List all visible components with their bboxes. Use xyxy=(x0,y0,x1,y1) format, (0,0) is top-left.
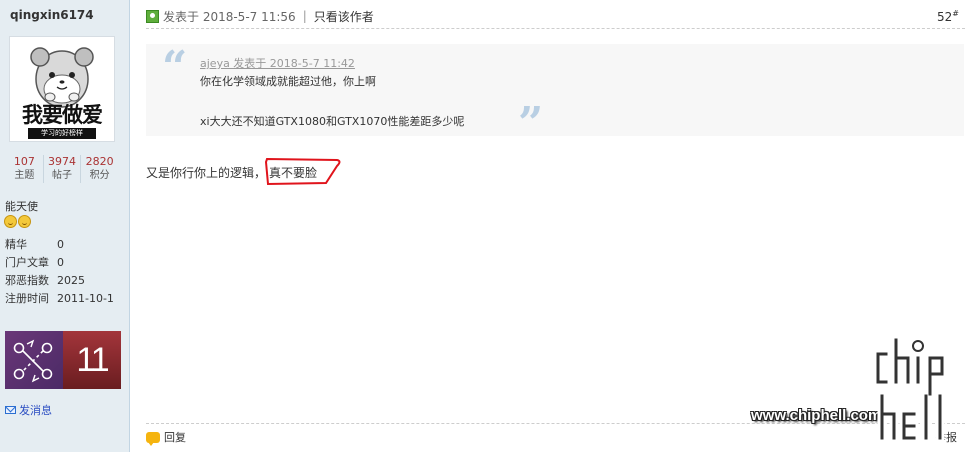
user-rank-icons xyxy=(4,215,31,228)
view-author-only-link[interactable]: 只看该作者 xyxy=(314,8,374,25)
send-message-link[interactable]: 发消息 xyxy=(5,402,52,418)
info-value: 0 xyxy=(57,256,64,269)
header-divider xyxy=(146,28,965,29)
avatar-caption: 我要做爱 xyxy=(22,103,103,127)
stat-threads-label: 主题 xyxy=(14,170,35,181)
smiley-icon xyxy=(18,215,31,228)
stat-threads-value: 107 xyxy=(13,155,35,168)
floor-mark: # xyxy=(952,8,959,18)
post-footer: 回复 举报 xyxy=(146,429,965,446)
info-key: 精华 xyxy=(5,238,27,251)
info-key: 邪恶指数 xyxy=(5,274,49,287)
quote-block: “ ajeya 发表于 2018-5-7 11:42 你在化学领域成就能超过他，… xyxy=(146,42,964,146)
info-value: 2025 xyxy=(57,274,85,287)
info-evil-index: 邪恶指数 2025 xyxy=(5,272,127,290)
author-stats: 107 主题 3974 帖子 2820 积分 xyxy=(6,155,118,183)
author-avatar[interactable]: 我要做爱 学习的好榜样 xyxy=(9,36,115,142)
info-value: 0 xyxy=(57,238,64,251)
stat-credits-label: 积分 xyxy=(89,170,110,181)
forum-post-page: qingxin6174 我要做爱 学习的好榜样 107 主题 3974 帖子 2… xyxy=(0,0,979,452)
reply-button-label: 回复 xyxy=(164,431,186,444)
user-group[interactable]: 能天使 xyxy=(5,198,38,214)
stat-posts[interactable]: 3974 帖子 xyxy=(42,155,81,183)
stat-posts-label: 帖子 xyxy=(52,170,72,181)
quote-line-2: xi大大还不知道GTX1080和GTX1070性能差距多少呢 xyxy=(200,115,465,128)
info-digest: 精华 0 xyxy=(5,236,127,254)
send-message-label: 发消息 xyxy=(19,404,52,417)
stat-credits-value: 2820 xyxy=(85,155,114,168)
watermark-url: www.chiphell.com xyxy=(751,407,882,424)
reply-button[interactable]: 回复 xyxy=(146,429,186,446)
chiphell-watermark-logo xyxy=(874,335,947,443)
reply-text-prefix: 又是你行你上的逻辑， xyxy=(146,166,267,180)
smiley-icon xyxy=(4,215,17,228)
author-sidebar: qingxin6174 我要做爱 学习的好榜样 107 主题 3974 帖子 2… xyxy=(0,0,130,452)
share-medal[interactable] xyxy=(5,331,63,389)
post-header: 发表于 2018-5-7 11:56 | 只看该作者 52# xyxy=(146,8,959,24)
info-key: 注册时间 xyxy=(5,292,49,305)
info-register-date: 注册时间 2011-10-1 xyxy=(5,290,127,308)
floor-number: 52 xyxy=(937,9,953,24)
info-value: 2011-10-1 xyxy=(57,292,114,305)
reply-bubble-icon xyxy=(146,431,160,446)
reply-text-highlight: 真不要脸 xyxy=(269,166,318,180)
close-quote-icon: ” xyxy=(518,98,544,149)
author-username[interactable]: qingxin6174 xyxy=(10,8,94,22)
stat-threads[interactable]: 107 主题 xyxy=(6,155,43,183)
post-date: 发表于 2018-5-7 11:56 xyxy=(163,9,296,24)
post-body: 又是你行你上的逻辑， 真不要脸 xyxy=(146,157,341,186)
reply-highlight: 真不要脸 xyxy=(265,157,341,186)
envelope-icon xyxy=(5,406,16,414)
info-key: 门户文章 xyxy=(5,256,49,269)
stat-posts-value: 3974 xyxy=(48,155,76,168)
quote-line-1: 你在化学领域成就能超过他，你上啊 xyxy=(200,75,376,88)
open-quote-icon: “ xyxy=(162,42,188,93)
info-articles: 门户文章 0 xyxy=(5,254,127,272)
quote-source-link[interactable]: ajeya 发表于 2018-5-7 11:42 xyxy=(200,55,355,71)
header-separator: | xyxy=(302,9,307,23)
anniversary-medal[interactable]: 11 xyxy=(63,331,121,389)
stat-credits[interactable]: 2820 积分 xyxy=(80,155,118,183)
online-status-icon xyxy=(146,9,159,23)
share-network-icon xyxy=(13,339,53,383)
avatar-subcaption: 学习的好榜样 xyxy=(28,128,96,139)
author-info-list: 精华 0 门户文章 0 邪恶指数 2025 注册时间 2011-10-1 xyxy=(5,236,127,308)
floor-number-link[interactable]: 52# xyxy=(937,9,959,24)
